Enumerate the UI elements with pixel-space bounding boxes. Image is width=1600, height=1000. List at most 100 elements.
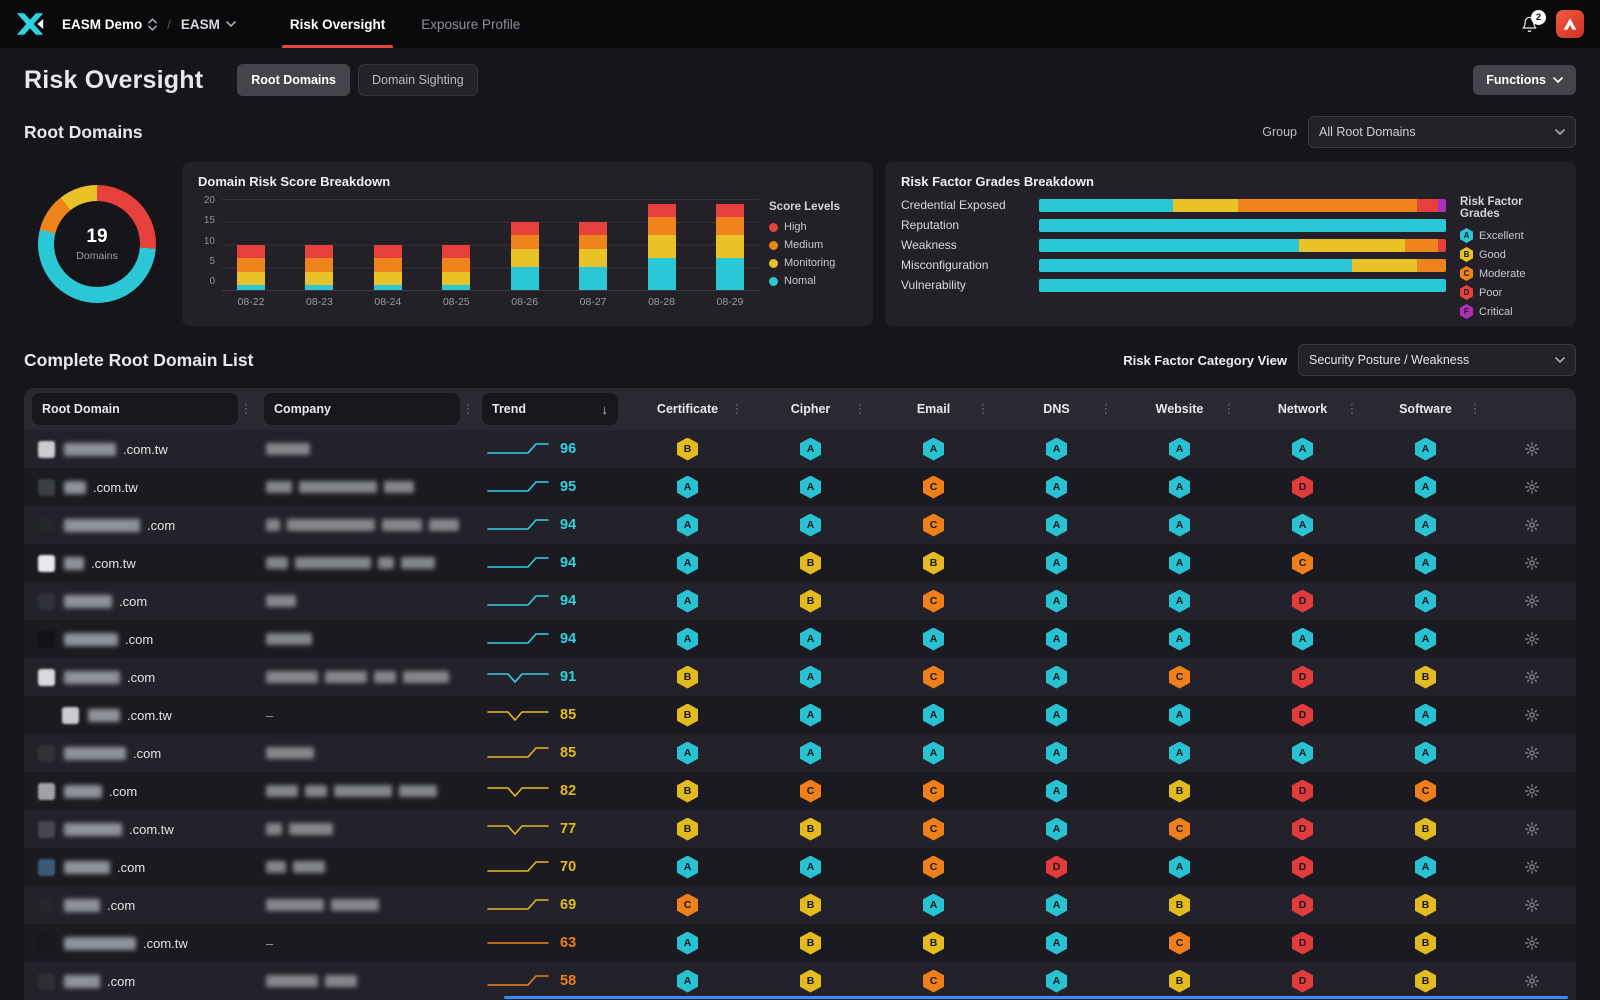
tab-risk-oversight[interactable]: Risk Oversight	[272, 0, 403, 48]
column-header-pill[interactable]: Company	[264, 393, 460, 425]
column-header-software[interactable]: Software⋮	[1364, 388, 1487, 430]
column-menu-icon[interactable]: ⋮	[1467, 401, 1483, 417]
table-row[interactable]: .com70AACDADA	[24, 848, 1576, 886]
domain-favicon	[38, 821, 55, 838]
sort-descending-icon[interactable]: ↓	[602, 402, 609, 417]
row-settings-icon[interactable]	[1524, 707, 1540, 723]
column-header-root-domain[interactable]: Root Domain⋮	[24, 393, 256, 425]
grade-cell-certificate: A	[626, 932, 749, 955]
column-menu-icon[interactable]: ⋮	[460, 401, 476, 417]
table-row[interactable]: .com94AACAAAA	[24, 506, 1576, 544]
table-row[interactable]: .com.tw96BAAAAAA	[24, 430, 1576, 468]
stacked-bar	[639, 199, 685, 290]
table-row[interactable]: .com94AAAAAAA	[24, 620, 1576, 658]
app-logo-icon[interactable]	[16, 12, 44, 36]
root-domain-cell: .com	[24, 897, 256, 914]
row-settings-icon[interactable]	[1524, 631, 1540, 647]
table-row[interactable]: .com82BCCABDC	[24, 772, 1576, 810]
column-header-dns[interactable]: DNS⋮	[995, 388, 1118, 430]
grade-badge-A: A	[1415, 552, 1436, 575]
row-settings-icon[interactable]	[1524, 555, 1540, 571]
toggle-domain-sighting[interactable]: Domain Sighting	[358, 64, 478, 96]
legend-label: Poor	[1479, 287, 1502, 299]
row-settings-icon[interactable]	[1524, 593, 1540, 609]
trend-cell: 94	[478, 515, 626, 535]
grade-cell-dns: A	[995, 704, 1118, 727]
group-select-value: All Root Domains	[1319, 125, 1416, 139]
row-settings-icon[interactable]	[1524, 517, 1540, 533]
column-header-pill[interactable]: Root Domain	[32, 393, 238, 425]
table-row[interactable]: .com.tw94ABBAACA	[24, 544, 1576, 582]
trend-cell: 85	[478, 705, 626, 725]
column-menu-icon[interactable]: ⋮	[1344, 401, 1360, 417]
table-row[interactable]: .com85AAAAAAA	[24, 734, 1576, 772]
grade-cell-email: C	[872, 590, 995, 613]
redacted-company-text	[266, 747, 314, 759]
notifications-button[interactable]: 2	[1521, 15, 1538, 34]
table-row[interactable]: .com58ABCABDB	[24, 962, 1576, 1000]
row-settings-icon[interactable]	[1524, 935, 1540, 951]
grade-cell-certificate: B	[626, 704, 749, 727]
row-settings-icon[interactable]	[1524, 479, 1540, 495]
table-row[interactable]: .com91BACACDB	[24, 658, 1576, 696]
trend-score: 85	[560, 707, 576, 723]
grade-badge-B: B	[677, 438, 698, 461]
trend-sparkline	[486, 515, 550, 535]
grade-badge-D: D	[1292, 856, 1313, 879]
grade-badge-A: A	[1169, 704, 1190, 727]
row-settings-icon[interactable]	[1524, 745, 1540, 761]
grade-bar-segment	[1299, 239, 1405, 252]
table-row[interactable]: .com69CBAABDB	[24, 886, 1576, 924]
bar-segment	[374, 272, 402, 286]
table-row[interactable]: .com.tw–85BAAAADA	[24, 696, 1576, 734]
redacted-company-text	[266, 975, 318, 987]
table-row[interactable]: .com.tw77BBCACDB	[24, 810, 1576, 848]
row-settings-icon[interactable]	[1524, 669, 1540, 685]
table-row[interactable]: .com94ABCAADA	[24, 582, 1576, 620]
company-cell	[256, 899, 478, 911]
grade-badge-C: C	[923, 970, 944, 993]
table-row[interactable]: .com.tw–63ABBACDB	[24, 924, 1576, 962]
row-settings-icon[interactable]	[1524, 821, 1540, 837]
row-settings-icon[interactable]	[1524, 973, 1540, 989]
root-domain-cell: .com.tw	[24, 935, 256, 952]
row-settings-icon[interactable]	[1524, 859, 1540, 875]
workspace-switcher[interactable]: EASM Demo	[62, 17, 157, 32]
row-settings-icon[interactable]	[1524, 783, 1540, 799]
column-menu-icon[interactable]: ⋮	[1221, 401, 1237, 417]
functions-button[interactable]: Functions	[1473, 65, 1576, 95]
product-switcher[interactable]: EASM	[181, 17, 236, 32]
column-menu-icon[interactable]: ⋮	[975, 401, 991, 417]
grade-cell-dns: A	[995, 476, 1118, 499]
redacted-company-text	[299, 481, 377, 493]
row-settings-icon[interactable]	[1524, 897, 1540, 913]
row-settings-icon[interactable]	[1524, 441, 1540, 457]
grade-bar-segment	[1039, 239, 1299, 252]
column-header-cipher[interactable]: Cipher⋮	[749, 388, 872, 430]
trend-cell: 70	[478, 857, 626, 877]
column-header-pill[interactable]: Trend↓	[482, 393, 618, 425]
group-select[interactable]: All Root Domains	[1308, 116, 1576, 148]
column-header-company[interactable]: Company⋮	[256, 393, 478, 425]
horizontal-scrollbar-thumb[interactable]	[504, 996, 1568, 999]
user-avatar[interactable]	[1556, 10, 1584, 38]
bar-segment	[648, 235, 676, 258]
column-menu-icon[interactable]: ⋮	[1098, 401, 1114, 417]
column-menu-icon[interactable]: ⋮	[729, 401, 745, 417]
toggle-root-domains[interactable]: Root Domains	[237, 64, 350, 96]
company-empty: –	[266, 936, 273, 951]
table-row[interactable]: .com.tw95AACAADA	[24, 468, 1576, 506]
redacted-company-text	[293, 861, 325, 873]
tab-exposure-profile[interactable]: Exposure Profile	[403, 0, 538, 48]
column-header-email[interactable]: Email⋮	[872, 388, 995, 430]
column-header-trend[interactable]: Trend↓	[478, 393, 626, 425]
column-menu-icon[interactable]: ⋮	[852, 401, 868, 417]
trend-sparkline	[486, 629, 550, 649]
column-header-website[interactable]: Website⋮	[1118, 388, 1241, 430]
grade-category-label: Misconfiguration	[901, 258, 1039, 272]
column-menu-icon[interactable]: ⋮	[238, 401, 254, 417]
grade-cell-software: A	[1364, 438, 1487, 461]
column-header-certificate[interactable]: Certificate⋮	[626, 388, 749, 430]
column-header-network[interactable]: Network⋮	[1241, 388, 1364, 430]
category-view-select[interactable]: Security Posture / Weakness	[1298, 344, 1576, 376]
